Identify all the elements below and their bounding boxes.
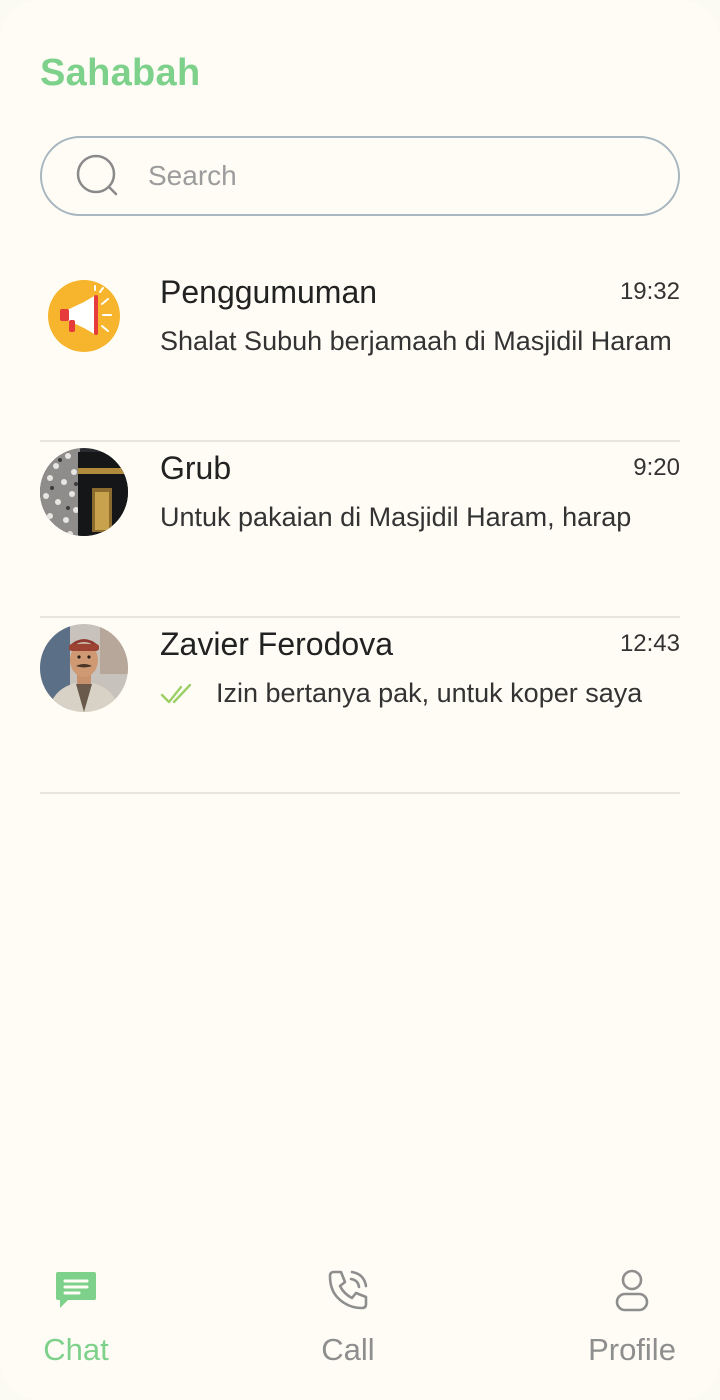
app-title: Sahabah <box>40 52 201 94</box>
person-photo <box>40 624 128 712</box>
kaaba-photo <box>40 448 128 536</box>
avatar <box>40 448 128 536</box>
megaphone-icon <box>48 280 120 352</box>
chat-preview-text: Izin bertanya pak, untuk koper saya <box>216 678 643 708</box>
chat-time: 19:32 <box>619 278 680 305</box>
chat-item-penggumuman[interactable]: Penggumuman 19:32 Shalat Subuh berjamaah… <box>40 266 680 442</box>
chat-preview: Shalat Subuh berjamaah di Masjidil Haram <box>160 326 680 357</box>
nav-label: Profile <box>588 1332 676 1367</box>
user-icon <box>615 1269 649 1312</box>
search-input[interactable] <box>146 159 626 193</box>
chat-list: Penggumuman 19:32 Shalat Subuh berjamaah… <box>40 266 680 794</box>
chat-preview-text: Untuk pakaian di Masjidil Haram, harap <box>160 502 632 532</box>
phone-icon <box>328 1270 368 1310</box>
nav-label: Chat <box>43 1332 109 1367</box>
nav-item-chat[interactable]: Chat <box>0 1260 156 1370</box>
nav-item-call[interactable]: Call <box>268 1260 428 1370</box>
avatar <box>40 272 128 360</box>
chat-preview-text: Shalat Subuh berjamaah di Masjidil Haram <box>160 326 672 356</box>
app-screen: Sahabah Search Penggumuman 19:32 Shalat … <box>0 0 720 1400</box>
chat-name: Grub <box>160 450 232 486</box>
search-icon <box>76 154 118 196</box>
chat-preview: Untuk pakaian di Masjidil Haram, harap <box>160 502 680 533</box>
double-check-icon <box>160 683 192 703</box>
chat-item-zavier-ferodova[interactable]: Zavier Ferodova 12:43 Izin bertanya pak,… <box>40 618 680 794</box>
nav-label: Call <box>321 1332 375 1367</box>
chat-item-grub[interactable]: Grub 9:20 Untuk pakaian di Masjidil Hara… <box>40 442 680 618</box>
nav-item-profile[interactable]: Profile <box>552 1260 712 1370</box>
chat-name: Penggumuman <box>160 274 378 310</box>
chat-name: Zavier Ferodova <box>160 626 393 662</box>
bottom-nav: Chat Call Profile <box>0 1260 720 1370</box>
chat-preview: Izin bertanya pak, untuk koper saya <box>160 678 680 709</box>
search-bar[interactable] <box>40 136 680 216</box>
chat-time: 12:43 <box>619 630 680 657</box>
chat-time: 9:20 <box>633 454 680 481</box>
avatar <box>40 624 128 712</box>
chat-bubble-icon <box>56 1272 96 1308</box>
